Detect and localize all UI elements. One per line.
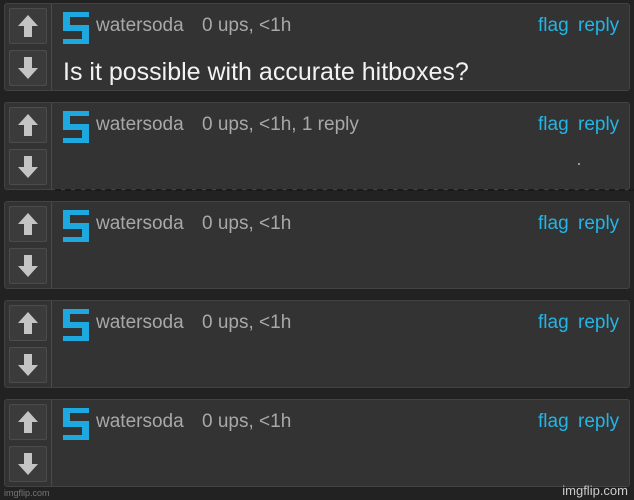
flag-link[interactable]: flag — [538, 411, 569, 433]
torn-edge-divider — [55, 189, 634, 191]
username-link[interactable]: watersoda — [96, 411, 184, 433]
comment-meta: 0 ups, <1h, 1 reply — [202, 114, 359, 135]
upvote-button[interactable] — [9, 206, 47, 242]
username-link[interactable]: watersoda — [96, 114, 184, 136]
comment-meta: 0 ups, <1h — [202, 213, 292, 234]
arrow-up-icon — [18, 15, 38, 37]
downvote-button[interactable] — [9, 347, 47, 383]
comment-card: watersoda 0 ups, <1h flag reply — [4, 300, 630, 388]
comment-meta: 0 ups, <1h — [202, 15, 292, 36]
flag-link[interactable]: flag — [538, 15, 569, 37]
upvote-button[interactable] — [9, 305, 47, 341]
arrow-up-icon — [18, 213, 38, 235]
vote-column — [5, 301, 52, 387]
arrow-up-icon — [18, 312, 38, 334]
watermark-small: imgflip.com — [4, 488, 50, 498]
vote-column — [5, 4, 52, 90]
reply-link[interactable]: reply — [578, 213, 619, 235]
downvote-button[interactable] — [9, 50, 47, 86]
watersoda-avatar-icon[interactable] — [63, 111, 89, 143]
comment-text: Is it possible with accurate hitboxes? — [63, 58, 469, 86]
username-link[interactable]: watersoda — [96, 15, 184, 37]
upvote-button[interactable] — [9, 8, 47, 44]
arrow-down-icon — [18, 354, 38, 376]
upvote-button[interactable] — [9, 107, 47, 143]
downvote-button[interactable] — [9, 149, 47, 185]
comment-meta: 0 ups, <1h — [202, 312, 292, 333]
watersoda-avatar-icon[interactable] — [63, 408, 89, 440]
comment-card: watersoda 0 ups, <1h flag reply — [4, 399, 630, 487]
watersoda-avatar-icon[interactable] — [63, 12, 89, 44]
username-link[interactable]: watersoda — [96, 213, 184, 235]
arrow-down-icon — [18, 255, 38, 277]
comment-card: watersoda 0 ups, <1h flag reply Is it po… — [4, 3, 630, 91]
downvote-button[interactable] — [9, 248, 47, 284]
watermark-imgflip: imgflip.com — [562, 483, 628, 498]
flag-link[interactable]: flag — [538, 213, 569, 235]
arrow-down-icon — [18, 453, 38, 475]
reply-link[interactable]: reply — [578, 312, 619, 334]
comment-meta: 0 ups, <1h — [202, 411, 292, 432]
downvote-button[interactable] — [9, 446, 47, 482]
comment-card: watersoda 0 ups, <1h flag reply — [4, 201, 630, 289]
vote-column — [5, 400, 52, 486]
arrow-down-icon — [18, 156, 38, 178]
comment-card: watersoda 0 ups, <1h, 1 reply flag reply — [4, 102, 634, 191]
reply-link[interactable]: reply — [578, 114, 619, 136]
username-link[interactable]: watersoda — [96, 312, 184, 334]
comment-thread: watersoda 0 ups, <1h flag reply Is it po… — [0, 0, 634, 500]
reply-link[interactable]: reply — [578, 411, 619, 433]
stray-dot — [578, 163, 580, 165]
flag-link[interactable]: flag — [538, 312, 569, 334]
reply-link[interactable]: reply — [578, 15, 619, 37]
vote-column — [5, 202, 52, 288]
vote-column — [5, 103, 52, 189]
watersoda-avatar-icon[interactable] — [63, 210, 89, 242]
upvote-button[interactable] — [9, 404, 47, 440]
arrow-down-icon — [18, 57, 38, 79]
flag-link[interactable]: flag — [538, 114, 569, 136]
arrow-up-icon — [18, 114, 38, 136]
arrow-up-icon — [18, 411, 38, 433]
watersoda-avatar-icon[interactable] — [63, 309, 89, 341]
